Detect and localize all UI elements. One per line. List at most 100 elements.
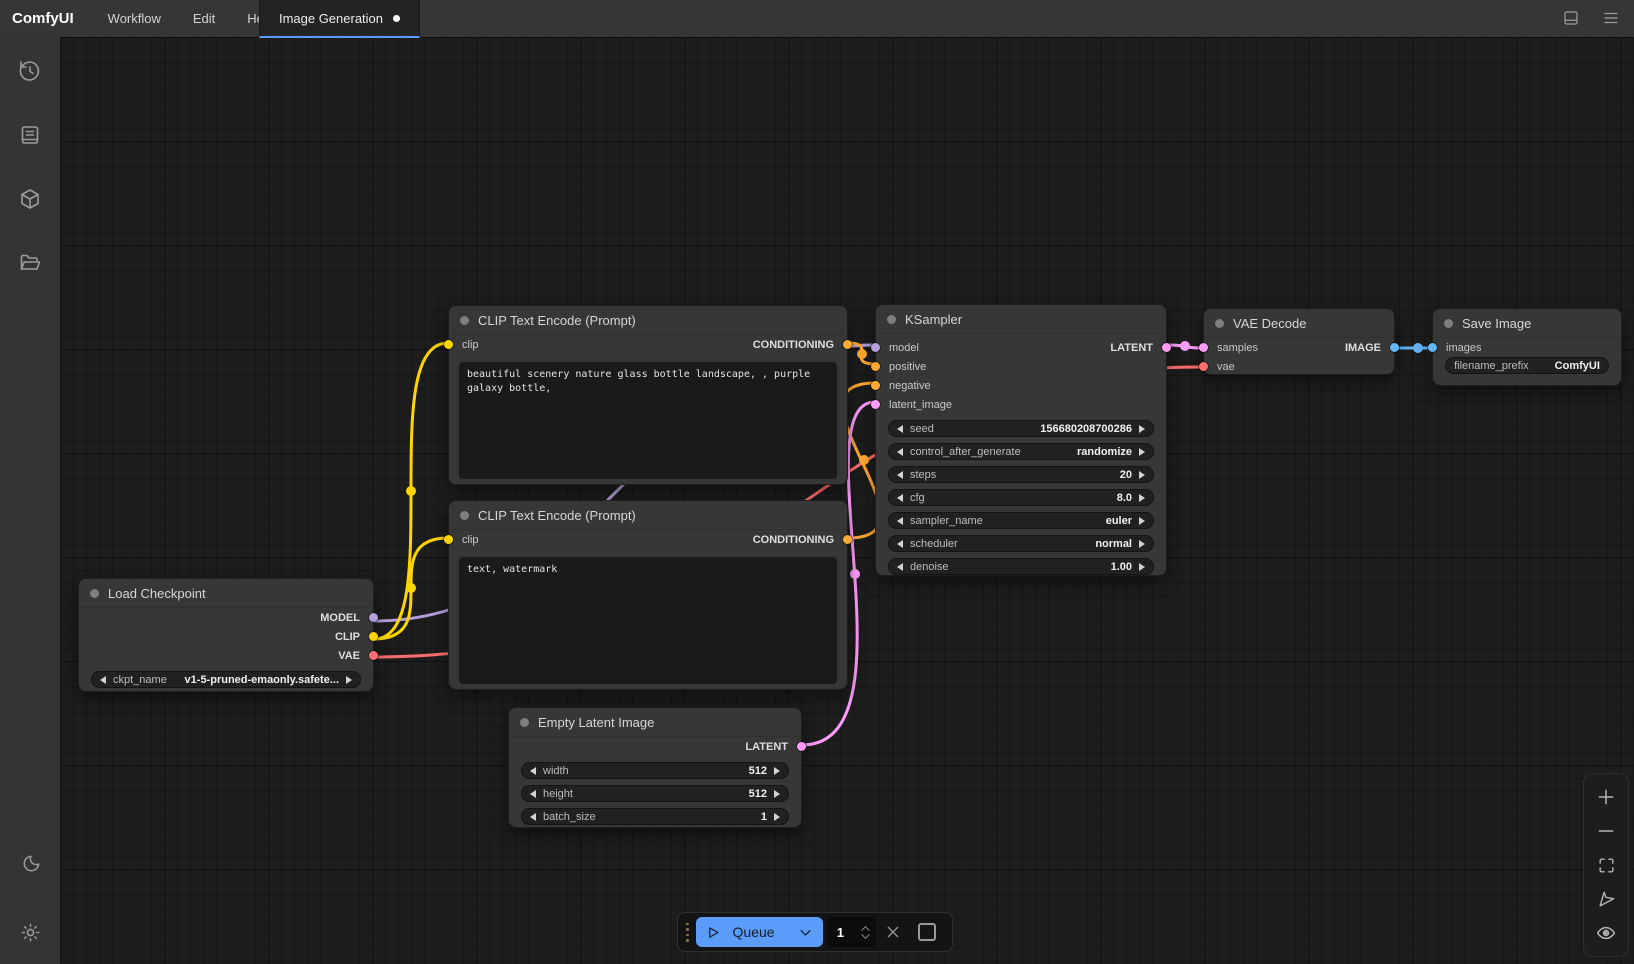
prev-arrow-icon[interactable] (897, 517, 903, 525)
node-clip-text-encode-negative[interactable]: CLIP Text Encode (Prompt) clip CONDITION… (448, 500, 848, 690)
node-ksampler[interactable]: KSampler model LATENT positive negative … (875, 304, 1167, 576)
tab-image-generation[interactable]: Image Generation (259, 0, 420, 38)
port-clip-input[interactable] (444, 535, 453, 544)
port-negative-input[interactable] (871, 381, 880, 390)
next-arrow-icon[interactable] (1139, 471, 1145, 479)
drag-handle-icon[interactable] (686, 923, 689, 942)
link-midpoint-cond-negative[interactable] (859, 455, 869, 465)
prev-arrow-icon[interactable] (530, 767, 536, 775)
sidebar-node-library-button[interactable] (16, 121, 44, 149)
clear-queue-button[interactable] (876, 917, 910, 947)
prev-arrow-icon[interactable] (897, 494, 903, 502)
prev-arrow-icon[interactable] (897, 448, 903, 456)
settings-button[interactable] (16, 918, 44, 946)
port-model-input[interactable] (871, 343, 880, 352)
prompt-textarea[interactable]: beautiful scenery nature glass bottle la… (459, 362, 837, 479)
port-positive-input[interactable] (871, 362, 880, 371)
prev-arrow-icon[interactable] (530, 790, 536, 798)
next-arrow-icon[interactable] (1139, 517, 1145, 525)
prev-arrow-icon[interactable] (897, 425, 903, 433)
port-samples-input[interactable] (1199, 343, 1208, 352)
node-header[interactable]: CLIP Text Encode (Prompt) (449, 501, 847, 530)
next-arrow-icon[interactable] (774, 813, 780, 821)
prev-arrow-icon[interactable] (530, 813, 536, 821)
port-images-input[interactable] (1428, 343, 1437, 352)
input-label-clip: clip (462, 339, 479, 351)
node-load-checkpoint[interactable]: Load Checkpoint MODEL CLIP VAE ckpt_name… (78, 578, 374, 692)
sidebar-workflows-button[interactable] (16, 249, 44, 277)
next-arrow-icon[interactable] (1139, 425, 1145, 433)
menu-workflow[interactable]: Workflow (92, 0, 177, 37)
widget-width[interactable]: width512 (521, 762, 789, 779)
node-save-image[interactable]: Save Image images filename_prefix ComfyU… (1432, 308, 1622, 386)
prompt-textarea[interactable]: text, watermark (459, 557, 837, 684)
queue-button[interactable]: Queue (696, 917, 823, 947)
link-midpoint-latent-output[interactable] (1180, 341, 1190, 351)
widget-scheduler[interactable]: schedulernormal (888, 535, 1154, 552)
next-arrow-icon[interactable] (1139, 563, 1145, 571)
toggle-links-button[interactable] (1594, 921, 1618, 945)
widget-height[interactable]: height512 (521, 785, 789, 802)
port-clip-input[interactable] (444, 340, 453, 349)
prev-arrow-icon[interactable] (100, 676, 106, 684)
node-empty-latent-image[interactable]: Empty Latent Image LATENT width512 heigh… (508, 707, 802, 828)
widget-cfg[interactable]: cfg8.0 (888, 489, 1154, 506)
link-midpoint-clip-negative[interactable] (406, 583, 416, 593)
node-clip-text-encode-positive[interactable]: CLIP Text Encode (Prompt) clip CONDITION… (448, 305, 848, 485)
chevron-down-icon[interactable] (798, 925, 813, 940)
spinner-down-icon[interactable] (860, 933, 871, 940)
next-arrow-icon[interactable] (1139, 540, 1145, 548)
pan-mode-button[interactable] (1594, 887, 1618, 911)
widget-denoise[interactable]: denoise1.00 (888, 558, 1154, 575)
link-midpoint-latent-input[interactable] (850, 569, 860, 579)
sidebar-history-button[interactable] (16, 57, 44, 85)
node-header[interactable]: KSampler (876, 305, 1166, 334)
prev-arrow-icon[interactable] (897, 540, 903, 548)
port-latent-output[interactable] (1162, 343, 1171, 352)
menu-edit[interactable]: Edit (177, 0, 231, 37)
node-header[interactable]: VAE Decode (1204, 309, 1394, 338)
node-header[interactable]: CLIP Text Encode (Prompt) (449, 306, 847, 335)
widget-ckpt-name[interactable]: ckpt_name v1-5-pruned-emaonly.safete... (91, 671, 361, 688)
stop-button[interactable] (910, 917, 944, 947)
zoom-out-button[interactable] (1594, 819, 1618, 843)
port-clip-output[interactable] (369, 632, 378, 641)
main-menu-button[interactable] (1598, 5, 1624, 31)
port-image-output[interactable] (1390, 343, 1399, 352)
widget-filename-prefix[interactable]: filename_prefix ComfyUI (1445, 357, 1609, 374)
spinner-up-icon[interactable] (860, 925, 871, 932)
node-header[interactable]: Save Image (1433, 309, 1621, 338)
app-logo[interactable]: ComfyUI (0, 0, 92, 37)
toggle-bottom-panel-button[interactable] (1558, 5, 1584, 31)
port-vae-output[interactable] (369, 651, 378, 660)
port-vae-input[interactable] (1199, 362, 1208, 371)
next-arrow-icon[interactable] (1139, 494, 1145, 502)
port-model-output[interactable] (369, 613, 378, 622)
batch-count-input[interactable]: 1 (827, 917, 877, 947)
next-arrow-icon[interactable] (774, 767, 780, 775)
widget-seed[interactable]: seed156680208700286 (888, 420, 1154, 437)
next-arrow-icon[interactable] (346, 676, 352, 684)
widget-steps[interactable]: steps20 (888, 466, 1154, 483)
widget-sampler-name[interactable]: sampler_nameeuler (888, 512, 1154, 529)
node-header[interactable]: Empty Latent Image (509, 708, 801, 737)
port-latent-output[interactable] (797, 742, 806, 751)
port-conditioning-output[interactable] (843, 340, 852, 349)
link-midpoint-cond-positive[interactable] (857, 349, 867, 359)
zoom-in-button[interactable] (1594, 785, 1618, 809)
sidebar-model-library-button[interactable] (16, 185, 44, 213)
widget-control-after-generate[interactable]: control_after_generaterandomize (888, 443, 1154, 460)
node-header[interactable]: Load Checkpoint (79, 579, 373, 608)
next-arrow-icon[interactable] (1139, 448, 1145, 456)
prev-arrow-icon[interactable] (897, 471, 903, 479)
port-latent-image-input[interactable] (871, 400, 880, 409)
port-conditioning-output[interactable] (843, 535, 852, 544)
prev-arrow-icon[interactable] (897, 563, 903, 571)
next-arrow-icon[interactable] (774, 790, 780, 798)
fit-view-button[interactable] (1594, 853, 1618, 877)
link-midpoint-image[interactable] (1413, 343, 1423, 353)
node-vae-decode[interactable]: VAE Decode samples IMAGE vae (1203, 308, 1395, 375)
widget-batch-size[interactable]: batch_size1 (521, 808, 789, 825)
theme-toggle-button[interactable] (16, 850, 44, 878)
link-midpoint-clip-positive[interactable] (406, 486, 416, 496)
